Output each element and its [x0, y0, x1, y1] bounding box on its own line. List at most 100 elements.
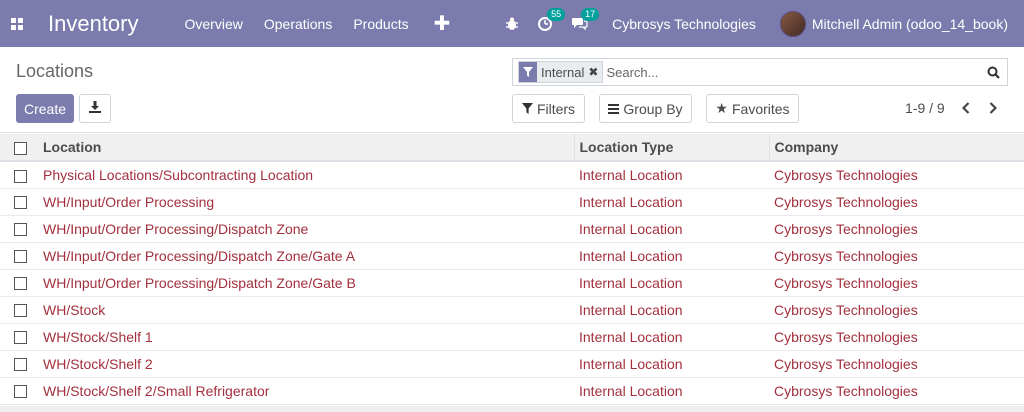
cell-location[interactable]: WH/Stock/Shelf 2: [38, 350, 574, 378]
navbar-systray: 55 17 Cybrosys Technologies Mitchell Adm…: [505, 0, 1024, 47]
table-row[interactable]: Physical Locations/Subcontracting Locati…: [0, 161, 1024, 189]
cell-location-type[interactable]: Internal Location: [574, 188, 769, 216]
star-icon: ★: [715, 100, 728, 116]
control-panel: Locations Create Internal ✖ Filters Grou…: [0, 47, 1024, 133]
filters-button[interactable]: Filters: [512, 94, 585, 123]
facet-remove-icon[interactable]: ✖: [588, 65, 602, 79]
table-row[interactable]: WH/Stock/Shelf 2 Internal Location Cybrosy…: [0, 350, 1024, 378]
activity-badge: 55: [547, 7, 566, 21]
row-checkbox[interactable]: [14, 331, 27, 345]
row-checkbox-cell: [0, 296, 38, 324]
company-switcher[interactable]: Cybrosys Technologies: [612, 16, 756, 32]
table-row[interactable]: WH/Input/Order Processing/Dispatch Zone I…: [0, 215, 1024, 243]
cell-location[interactable]: WH/Input/Order Processing: [38, 188, 574, 216]
column-header-location-type[interactable]: Location Type: [573, 134, 769, 162]
row-checkbox-cell: [0, 188, 38, 216]
create-button[interactable]: Create: [16, 94, 74, 123]
download-icon: [89, 101, 101, 116]
cell-company[interactable]: Cybrosys Technologies: [769, 188, 1024, 216]
messages-icon[interactable]: 17: [571, 8, 600, 31]
cell-location[interactable]: Physical Locations/Subcontracting Locati…: [38, 161, 574, 189]
cell-location[interactable]: WH/Stock: [38, 296, 574, 324]
menu-products[interactable]: Products: [353, 16, 408, 32]
list-footer: [0, 406, 1024, 412]
pager-value[interactable]: 1-9 / 9: [905, 100, 945, 116]
row-checkbox[interactable]: [14, 385, 27, 399]
bug-icon[interactable]: [505, 17, 519, 31]
facet-label: Internal: [541, 64, 585, 80]
cell-location[interactable]: WH/Stock/Shelf 2/Small Refrigerator: [38, 377, 574, 405]
menu-overview[interactable]: Overview: [185, 16, 243, 32]
search-icon[interactable]: [979, 59, 1007, 85]
group-by-button[interactable]: Group By: [599, 94, 692, 123]
row-checkbox[interactable]: [14, 169, 27, 183]
cell-company[interactable]: Cybrosys Technologies: [769, 296, 1024, 324]
export-button[interactable]: [79, 94, 111, 123]
cell-location-type[interactable]: Internal Location: [574, 296, 769, 324]
table-row[interactable]: WH/Stock Internal Location Cybrosys Techno…: [0, 296, 1024, 324]
cell-location-type[interactable]: Internal Location: [574, 269, 769, 297]
plus-icon[interactable]: ✚: [434, 11, 451, 36]
cell-company[interactable]: Cybrosys Technologies: [769, 215, 1024, 243]
column-header-location[interactable]: Location: [38, 134, 574, 162]
cell-location-type[interactable]: Internal Location: [574, 161, 769, 189]
cell-location[interactable]: WH/Input/Order Processing/Dispatch Zone/…: [38, 242, 574, 270]
cell-company[interactable]: Cybrosys Technologies: [769, 350, 1024, 378]
avatar[interactable]: [779, 10, 806, 37]
menu-operations[interactable]: Operations: [264, 16, 332, 32]
row-checkbox[interactable]: [14, 196, 27, 210]
search-bar: Internal ✖: [512, 58, 1008, 86]
funnel-icon: [521, 101, 533, 117]
cell-location[interactable]: WH/Input/Order Processing/Dispatch Zone/…: [38, 269, 574, 297]
favorites-button[interactable]: ★ Favorites: [706, 94, 799, 123]
row-checkbox[interactable]: [14, 223, 27, 237]
cell-location-type[interactable]: Internal Location: [574, 323, 769, 351]
select-all-cell: [0, 134, 38, 162]
table-row[interactable]: WH/Stock/Shelf 1 Internal Location Cybrosy…: [0, 323, 1024, 351]
activity-clock-icon[interactable]: 55: [537, 7, 566, 32]
row-checkbox-cell: [0, 377, 38, 405]
table-body: Physical Locations/Subcontracting Locati…: [0, 161, 1024, 405]
select-all-checkbox[interactable]: [14, 141, 27, 155]
row-checkbox-cell: [0, 269, 38, 297]
cell-location[interactable]: WH/Input/Order Processing/Dispatch Zone: [38, 215, 574, 243]
group-by-label: Group By: [623, 100, 683, 117]
row-checkbox[interactable]: [14, 250, 27, 264]
row-checkbox[interactable]: [14, 358, 27, 372]
favorites-label: Favorites: [731, 100, 790, 117]
column-header-company[interactable]: Company: [768, 134, 1024, 162]
table-header-row: Location Location Type Company: [0, 134, 1024, 162]
list-bars-icon: [608, 101, 620, 117]
search-facet-internal: Internal ✖: [518, 61, 604, 83]
cell-company[interactable]: Cybrosys Technologies: [769, 242, 1024, 270]
cell-company[interactable]: Cybrosys Technologies: [769, 377, 1024, 405]
locations-table: Location Location Type Company Physical …: [0, 134, 1024, 405]
pager-next-icon[interactable]: [982, 97, 1004, 119]
cell-company[interactable]: Cybrosys Technologies: [769, 323, 1024, 351]
cell-company[interactable]: Cybrosys Technologies: [769, 269, 1024, 297]
table-row[interactable]: WH/Input/Order Processing/Dispatch Zone/…: [0, 269, 1024, 297]
table-row[interactable]: WH/Input/Order Processing Internal Locati…: [0, 188, 1024, 216]
row-checkbox[interactable]: [14, 304, 27, 318]
cell-location-type[interactable]: Internal Location: [574, 377, 769, 405]
cell-location-type[interactable]: Internal Location: [574, 242, 769, 270]
cell-location-type[interactable]: Internal Location: [574, 350, 769, 378]
filters-label: Filters: [536, 100, 576, 117]
top-navbar: Inventory Overview Operations Products ✚…: [0, 0, 1024, 47]
messages-badge: 17: [581, 8, 600, 21]
pager-previous-icon[interactable]: [955, 97, 977, 119]
table-row[interactable]: WH/Stock/Shelf 2/Small Refrigerator Inter…: [0, 377, 1024, 405]
cell-company[interactable]: Cybrosys Technologies: [769, 161, 1024, 189]
breadcrumb: Locations: [16, 61, 94, 81]
app-title[interactable]: Inventory: [48, 11, 139, 37]
cell-location[interactable]: WH/Stock/Shelf 1: [38, 323, 574, 351]
row-checkbox[interactable]: [14, 277, 27, 291]
row-checkbox-cell: [0, 242, 38, 270]
apps-menu-icon[interactable]: [0, 0, 34, 47]
user-menu[interactable]: Mitchell Admin (odoo_14_book): [812, 16, 1008, 32]
table-row[interactable]: WH/Input/Order Processing/Dispatch Zone/…: [0, 242, 1024, 270]
cell-location-type[interactable]: Internal Location: [574, 215, 769, 243]
row-checkbox-cell: [0, 350, 38, 378]
filter-icon: [519, 62, 537, 82]
search-input[interactable]: [606, 60, 979, 84]
